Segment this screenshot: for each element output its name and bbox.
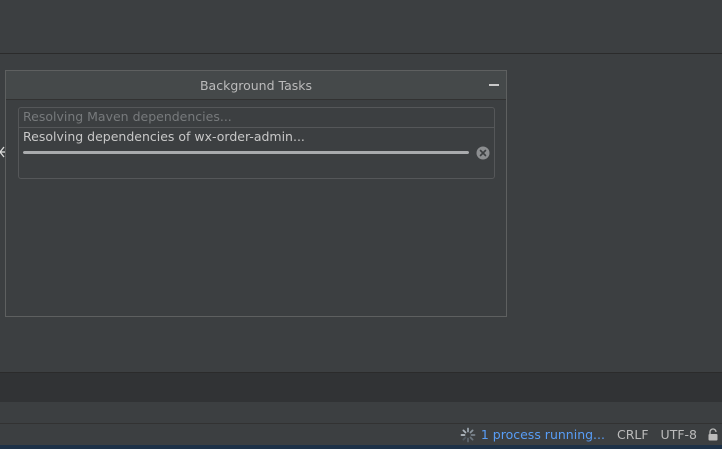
popup-title: Background Tasks (199, 77, 313, 93)
status-bar: 1 process running... CRLF UTF-8 (0, 423, 722, 445)
cursor-icon (0, 144, 6, 158)
task-progress-fill (23, 151, 469, 154)
popup-header: Background Tasks (6, 71, 506, 100)
minimize-icon (489, 84, 499, 86)
window-bottom-edge (0, 445, 722, 449)
task-progress-bar (23, 151, 469, 154)
cancel-task-button[interactable] (476, 145, 490, 160)
bottom-gap (0, 402, 722, 423)
process-indicator[interactable]: 1 process running... (460, 427, 605, 443)
line-separator-widget[interactable]: CRLF (617, 427, 649, 442)
task-list: Resolving Maven dependencies... Resolvin… (18, 107, 495, 179)
encoding-widget[interactable]: UTF-8 (661, 427, 697, 442)
task-item: Resolving dependencies of wx-order-admin… (19, 128, 494, 160)
task-label: Resolving dependencies of wx-order-admin… (23, 129, 305, 144)
cancel-icon (476, 146, 490, 160)
top-toolbar (0, 0, 722, 54)
minimize-button[interactable] (488, 79, 500, 91)
lock-icon[interactable] (707, 428, 719, 441)
task-group-label: Resolving Maven dependencies... (19, 108, 494, 128)
process-running-link: 1 process running... (480, 427, 605, 442)
spinner-icon (460, 427, 476, 442)
bottom-tool-panel (0, 372, 722, 403)
background-tasks-popup: Background Tasks Resolving Maven depende… (5, 70, 507, 317)
